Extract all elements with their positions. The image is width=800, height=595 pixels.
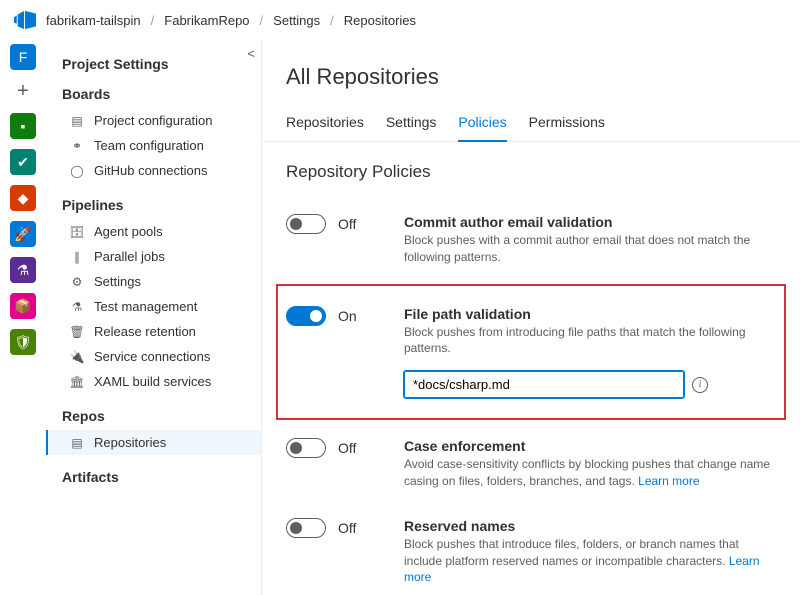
left-rail: F + ▪ ✔ ◆ 🚀 ⚗ 📦 🛡 [0,40,46,595]
toggle-case-state: Off [338,440,356,456]
rail-project-icon[interactable]: F [10,44,36,70]
learn-more-link[interactable]: Learn more [638,474,699,488]
collapse-sidebar-icon[interactable]: < [247,46,255,61]
rail-pipelines-icon[interactable]: 🚀 [10,221,36,247]
policy-case: Off Case enforcement Avoid case-sensitiv… [286,424,776,504]
breadcrumb-sep: / [260,13,264,28]
breadcrumb-settings[interactable]: Settings [273,13,320,28]
breadcrumb-sep: / [330,13,334,28]
sidebar-item-release-retention[interactable]: 🗑Release retention [46,319,261,344]
toggle-email-state: Off [338,216,356,232]
gear-icon: ⚙ [70,275,84,289]
tab-policies[interactable]: Policies [458,108,506,142]
sidebar-item-agent-pools[interactable]: 🗄Agent pools [46,219,261,244]
policy-filepath: On File path validation Block pushes fro… [286,292,776,413]
policy-email-desc: Block pushes with a commit author email … [404,232,776,266]
plug-icon: 🔌 [70,350,84,364]
tabs: Repositories Settings Policies Permissio… [262,108,800,142]
project-settings-sidebar: < Project Settings Boards ▤Project confi… [46,40,262,595]
rail-work-icon[interactable]: ✔ [10,149,36,175]
toggle-reserved-state: Off [338,520,356,536]
people-icon: ⚭ [70,139,84,153]
build-icon: 🏛 [70,375,84,389]
tab-permissions[interactable]: Permissions [529,108,605,141]
breadcrumb: fabrikam-tailspin / FabrikamRepo / Setti… [46,13,416,28]
policy-reserved-desc: Block pushes that introduce files, folde… [404,536,776,586]
policy-filepath-desc: Block pushes from introducing file paths… [404,324,776,358]
policy-reserved: Off Reserved names Block pushes that int… [286,504,776,595]
tab-repositories[interactable]: Repositories [286,108,364,141]
tab-settings[interactable]: Settings [386,108,437,141]
main-content: All Repositories Repositories Settings P… [262,40,800,595]
highlighted-region: On File path validation Block pushes fro… [276,284,786,421]
sidebar-item-parallel-jobs[interactable]: ∥Parallel jobs [46,244,261,269]
sidebar-item-xaml[interactable]: 🏛XAML build services [46,369,261,394]
rail-add-icon[interactable]: + [17,80,29,103]
policy-email: Off Commit author email validation Block… [286,200,776,280]
panel-heading: Repository Policies [286,162,776,182]
rail-boards-icon[interactable]: ▪ [10,113,36,139]
toggle-reserved[interactable] [286,518,326,538]
toggle-filepath-state: On [338,308,357,324]
rail-repos-icon[interactable]: ◆ [10,185,36,211]
policy-filepath-title: File path validation [404,306,776,322]
retention-icon: 🗑 [70,325,84,339]
policy-case-title: Case enforcement [404,438,776,454]
repo-icon: ▤ [70,436,84,450]
breadcrumb-repo[interactable]: FabrikamRepo [164,13,249,28]
sidebar-item-test-mgmt[interactable]: ⚗Test management [46,294,261,319]
sidebar-item-team-config[interactable]: ⚭Team configuration [46,133,261,158]
server-icon: 🗄 [70,225,84,239]
github-icon: ◯ [70,164,84,178]
filepath-pattern-input[interactable] [404,371,684,398]
breadcrumb-sep: / [151,13,155,28]
sidebar-group-pipelines: Pipelines [46,191,261,219]
sidebar-item-project-config[interactable]: ▤Project configuration [46,108,261,133]
page-title: All Repositories [262,64,800,108]
info-icon[interactable]: i [692,377,708,393]
azure-devops-logo-icon[interactable] [14,9,36,31]
rail-testplans-icon[interactable]: ⚗ [10,257,36,283]
policy-case-desc: Avoid case-sensitivity conflicts by bloc… [404,456,776,490]
policy-reserved-title: Reserved names [404,518,776,534]
breadcrumb-section[interactable]: Repositories [344,13,416,28]
toggle-email[interactable] [286,214,326,234]
breadcrumb-org[interactable]: fabrikam-tailspin [46,13,141,28]
parallel-icon: ∥ [70,250,84,264]
rail-compliance-icon[interactable]: 🛡 [10,329,36,355]
policy-email-title: Commit author email validation [404,214,776,230]
sidebar-item-github[interactable]: ◯GitHub connections [46,158,261,183]
sidebar-group-artifacts: Artifacts [46,463,261,491]
sidebar-item-service-conn[interactable]: 🔌Service connections [46,344,261,369]
sidebar-item-pipeline-settings[interactable]: ⚙Settings [46,269,261,294]
sidebar-item-repositories[interactable]: ▤Repositories [46,430,261,455]
toggle-filepath[interactable] [286,306,326,326]
sidebar-heading: Project Settings [46,50,261,80]
rail-artifacts-icon[interactable]: 📦 [10,293,36,319]
sidebar-group-repos: Repos [46,402,261,430]
sidebar-group-boards: Boards [46,80,261,108]
toggle-case[interactable] [286,438,326,458]
flask-icon: ⚗ [70,300,84,314]
document-icon: ▤ [70,114,84,128]
